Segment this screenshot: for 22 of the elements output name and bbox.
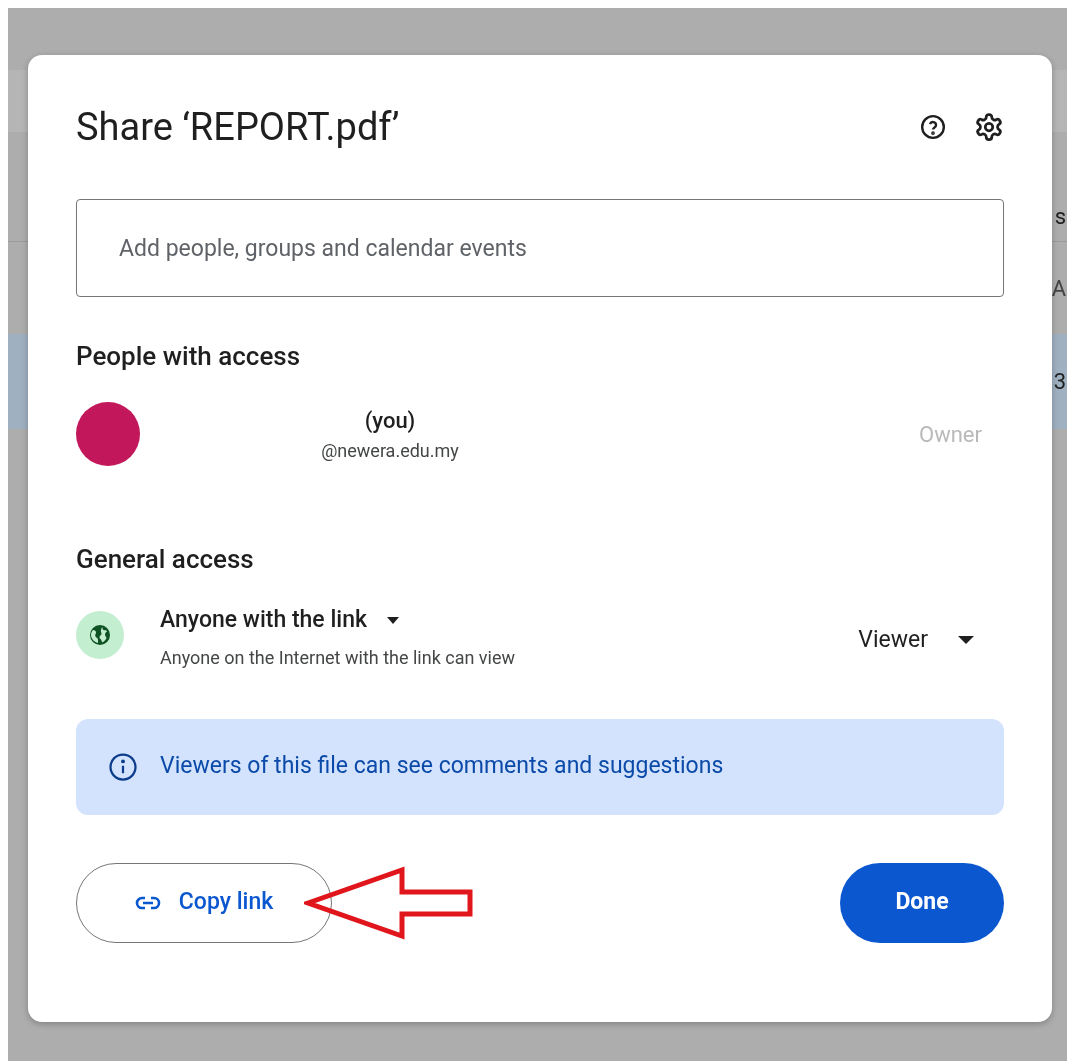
section-heading: General access [76,543,255,576]
globe-icon [76,611,124,659]
link-icon [134,895,161,910]
info-icon [108,751,138,782]
background-text: 3 [1053,368,1067,396]
caret-icon [958,636,974,645]
done-button[interactable]: Done [840,862,1004,943]
add-people-field[interactable]: Add people, groups and calendar events [76,199,1004,297]
person-email: @newera.edu.my [321,439,459,463]
role-label: Owner [919,420,982,449]
background-text: s [1054,203,1067,231]
caret-icon [386,616,399,624]
info-text: Viewers of this file can see comments and suggestions [160,751,724,782]
settings-icon[interactable] [974,112,1004,142]
section-heading: People with access [76,340,302,373]
background-text: A [1051,274,1067,303]
help-icon[interactable] [920,114,946,140]
access-description: Anyone on the Internet with the link can view [160,645,516,670]
person-name: (you) [364,407,416,435]
dialog-title: Share ‘REPORT.pdf’ [76,103,400,151]
viewer-role-dropdown[interactable]: Viewer [858,623,974,658]
access-scope-dropdown[interactable]: Anyone with the link [160,603,516,638]
